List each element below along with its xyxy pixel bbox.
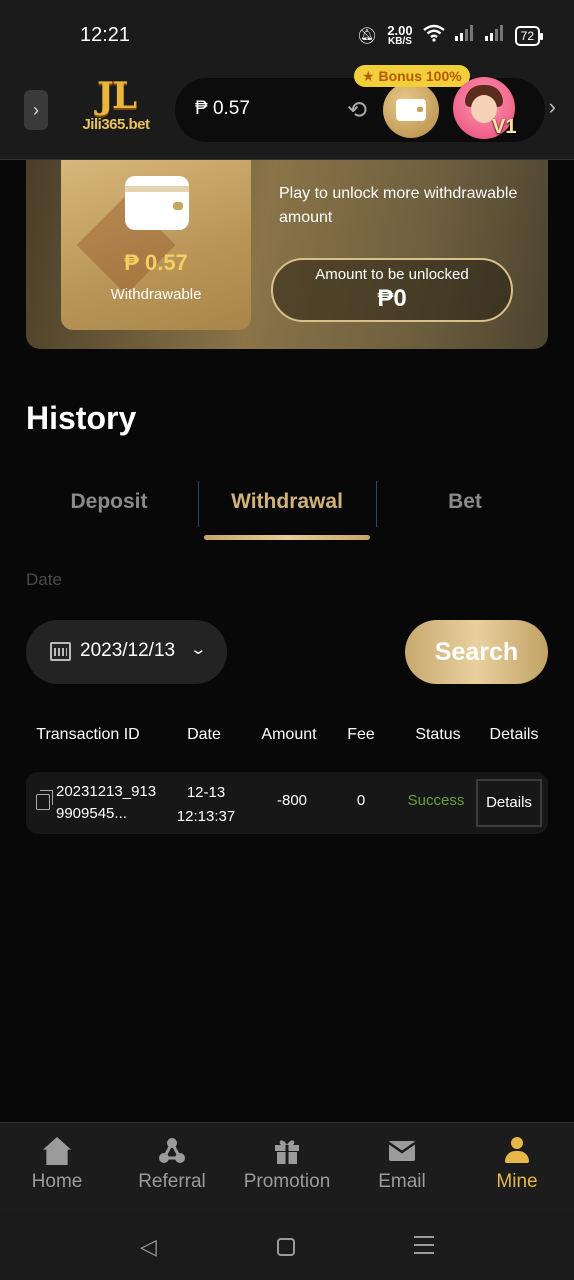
vip-badge: V1 bbox=[492, 116, 517, 138]
withdrawable-amount: ₱ 0.57 bbox=[124, 250, 188, 275]
table-row: 20231213_9139909545... 12-13 12:13:37 -8… bbox=[26, 772, 548, 834]
date-picker[interactable]: 2023/12/13 ⌄ bbox=[26, 620, 227, 684]
nav-item-promotion[interactable]: Promotion bbox=[237, 1137, 337, 1193]
tab-deposit[interactable]: Deposit bbox=[26, 478, 192, 526]
system-nav-bar: ◁ bbox=[0, 1212, 574, 1280]
tab-divider bbox=[198, 481, 199, 527]
unlock-value: ₱0 bbox=[377, 285, 407, 312]
transaction-date: 12-13 12:13:37 bbox=[176, 784, 236, 825]
unlock-label: Amount to be unlocked bbox=[315, 266, 469, 283]
user-icon bbox=[503, 1137, 531, 1165]
user-icon-head bbox=[511, 1137, 523, 1149]
chevron-right-icon[interactable]: › bbox=[549, 94, 556, 120]
user-icon-body bbox=[505, 1151, 529, 1163]
status-icons: 🔕︎ 2.00 KB/S 72 bbox=[357, 24, 544, 47]
tab-withdrawal[interactable]: Withdrawal bbox=[200, 478, 374, 526]
nav-item-email[interactable]: Email bbox=[352, 1137, 452, 1193]
referral-icon bbox=[158, 1137, 186, 1165]
nav-item-home[interactable]: Home bbox=[7, 1137, 107, 1193]
bottom-nav: Home Referral Promotion Email Mine bbox=[0, 1122, 574, 1212]
mute-icon: 🔕︎ bbox=[357, 27, 378, 45]
app-header: › JL Jili365.bet ₱ 0.57 ⟲ ★ Bonus 100% V… bbox=[0, 62, 574, 160]
withdrawable-label: Withdrawable bbox=[110, 286, 202, 303]
withdrawable-tile: ₱ 0.57 Withdrawable bbox=[61, 160, 251, 330]
wallet-card: ₱ 0.57 Withdrawable Play to unlock more … bbox=[26, 160, 548, 349]
wifi-icon bbox=[422, 24, 445, 47]
nav-label: Referral bbox=[138, 1171, 206, 1192]
active-tab-indicator bbox=[204, 535, 370, 540]
details-button[interactable]: Details bbox=[476, 779, 542, 827]
nav-item-mine[interactable]: Mine bbox=[467, 1137, 567, 1193]
wallet-icon-large bbox=[125, 176, 189, 230]
wallet-button[interactable] bbox=[383, 82, 439, 138]
recents-icon[interactable] bbox=[414, 1236, 434, 1254]
refresh-icon[interactable]: ⟲ bbox=[347, 96, 367, 125]
bonus-tag[interactable]: ★ Bonus 100% bbox=[354, 65, 470, 87]
nav-label: Home bbox=[31, 1171, 83, 1192]
wallet-icon bbox=[396, 99, 426, 121]
status-badge: Success bbox=[407, 792, 465, 809]
chevron-down-icon: ⌄ bbox=[189, 641, 208, 658]
home-icon bbox=[43, 1137, 71, 1165]
home-button-icon[interactable] bbox=[277, 1238, 295, 1256]
chevron-left-icon[interactable]: › bbox=[24, 90, 48, 130]
column-header: Amount bbox=[261, 726, 317, 743]
history-title: History bbox=[26, 400, 137, 436]
balance-amount: ₱ 0.57 bbox=[195, 98, 250, 119]
net-speed: 2.00 KB/S bbox=[387, 24, 412, 47]
column-header: Date bbox=[187, 726, 221, 743]
tab-divider bbox=[376, 481, 377, 527]
page: 12:21 🔕︎ 2.00 KB/S 72 › JL Jili365.bet ₱… bbox=[0, 0, 574, 1280]
column-header: Fee bbox=[347, 726, 375, 743]
nav-label: Promotion bbox=[243, 1171, 331, 1192]
unlock-description: Play to unlock more withdrawable amount bbox=[279, 185, 518, 226]
search-button[interactable]: Search bbox=[405, 620, 548, 684]
mail-icon bbox=[388, 1137, 416, 1165]
transaction-fee: 0 bbox=[356, 792, 366, 809]
logo[interactable]: JL Jili365.bet bbox=[80, 76, 152, 134]
column-header: Details bbox=[489, 726, 539, 743]
gift-icon bbox=[273, 1137, 301, 1165]
table-header: Transaction ID Date Amount Fee Status De… bbox=[26, 726, 548, 752]
battery-indicator: 72 bbox=[514, 25, 544, 46]
net-speed-unit: KB/S bbox=[388, 36, 412, 47]
status-bar: 12:21 🔕︎ 2.00 KB/S 72 bbox=[0, 0, 574, 62]
calendar-icon bbox=[50, 642, 71, 661]
nav-item-referral[interactable]: Referral bbox=[122, 1137, 222, 1193]
nav-label: Mine bbox=[496, 1171, 538, 1192]
transaction-id: 20231213_9139909545... bbox=[56, 783, 157, 822]
column-header: Transaction ID bbox=[36, 726, 140, 743]
bonus-label: Bonus 100% bbox=[378, 68, 462, 84]
signal-icon-2 bbox=[484, 25, 505, 46]
logo-mark: JL bbox=[96, 75, 137, 117]
copy-icon[interactable] bbox=[36, 790, 53, 810]
tab-bet[interactable]: Bet bbox=[382, 478, 548, 526]
nav-label: Email bbox=[378, 1171, 426, 1192]
history-tabs: Deposit Withdrawal Bet bbox=[26, 478, 548, 542]
unlock-amount-box: Amount to be unlocked ₱0 bbox=[271, 258, 513, 322]
status-time: 12:21 bbox=[80, 24, 131, 46]
star-icon: ★ bbox=[362, 68, 375, 84]
date-value: 2023/12/13 bbox=[80, 640, 176, 661]
transaction-amount: -800 bbox=[276, 792, 308, 809]
back-icon[interactable]: ◁ bbox=[140, 1234, 157, 1260]
signal-icon bbox=[454, 25, 475, 46]
logo-site-name: Jili365.bet bbox=[82, 116, 150, 133]
column-header: Status bbox=[415, 726, 461, 743]
date-label: Date bbox=[26, 570, 62, 589]
